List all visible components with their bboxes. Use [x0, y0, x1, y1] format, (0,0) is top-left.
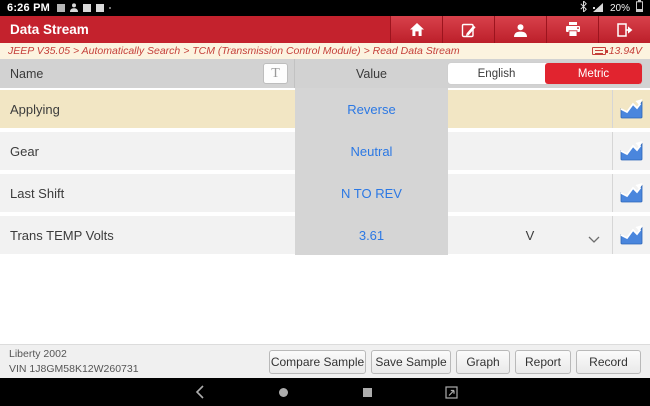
back-button[interactable]: [191, 384, 207, 400]
chart-icon: [620, 141, 643, 161]
chart-icon: [620, 183, 643, 203]
screenshot-icon: [444, 385, 458, 399]
nav-home-button[interactable]: [275, 384, 291, 400]
print-button[interactable]: [546, 16, 598, 43]
text-size-button[interactable]: T: [263, 63, 288, 84]
unit-toggle-english[interactable]: English: [448, 63, 545, 84]
row-graph-button[interactable]: [619, 140, 645, 162]
bluetooth-icon: [580, 0, 587, 17]
column-header-value: Value: [355, 66, 388, 81]
footer-bar: Liberty 2002 VIN 1J8GM58K12W260731 Compa…: [0, 344, 650, 378]
android-nav-bar: [0, 378, 650, 406]
breadcrumb-bar: JEEP V35.05 > Automatically Search > TCM…: [0, 43, 650, 59]
home-button[interactable]: [390, 16, 442, 43]
unit-toggle-metric[interactable]: Metric: [545, 63, 642, 84]
chevron-left-icon: [195, 385, 204, 399]
remote-diagnose-button[interactable]: [494, 16, 546, 43]
table-row[interactable]: Applying Reverse: [0, 90, 650, 128]
param-unit: [448, 174, 612, 212]
table-header: Name T Value English Metric: [0, 59, 650, 88]
vehicle-model: Liberty 2002: [9, 348, 67, 361]
param-unit: [448, 132, 612, 170]
notification-square-icon: [82, 4, 91, 12]
param-unit: V: [525, 227, 535, 243]
param-name: Trans TEMP Volts: [0, 216, 295, 254]
person-icon: [514, 23, 527, 37]
graph-button[interactable]: Graph: [456, 349, 510, 374]
param-unit: [448, 90, 612, 128]
app-notification-icon: [56, 4, 65, 12]
recents-button[interactable]: [359, 384, 375, 400]
home-circle-icon: [278, 387, 288, 397]
unit-dropdown[interactable]: V: [448, 216, 612, 254]
exit-icon: [617, 22, 633, 37]
param-value: 3.61: [358, 227, 385, 243]
battery-icon: [636, 0, 643, 17]
vehicle-vin: VIN 1J8GM58K12W260731: [9, 362, 139, 375]
unit-system-toggle: English Metric: [447, 62, 643, 85]
param-name: Last Shift: [0, 174, 295, 212]
data-stream-screen: 6:26 PM 20% Data Stream JEEP V35.05 > Au…: [0, 0, 650, 406]
param-value: Reverse: [347, 101, 396, 117]
clock: 6:26 PM: [7, 2, 50, 14]
row-graph-button[interactable]: [619, 182, 645, 204]
chart-icon: [620, 225, 643, 245]
note-edit-icon: [461, 23, 476, 37]
notification-icons: [56, 0, 111, 17]
vehicle-battery-icon: [591, 47, 608, 55]
home-icon: [409, 23, 424, 36]
table-row[interactable]: Gear Neutral: [0, 132, 650, 170]
person-notification-icon: [69, 0, 78, 17]
vehicle-voltage: 13.94V: [608, 45, 642, 57]
record-button[interactable]: Record: [576, 349, 641, 374]
param-value: Neutral: [350, 143, 393, 159]
compare-sample-button[interactable]: Compare Sample: [269, 349, 366, 374]
table-row[interactable]: Trans TEMP Volts 3.61 V: [0, 216, 650, 254]
printer-icon: [565, 22, 580, 37]
row-graph-button[interactable]: [619, 98, 645, 120]
param-name: Applying: [0, 90, 295, 128]
param-value: N TO REV: [341, 185, 402, 201]
notification-square-icon: [95, 4, 104, 12]
chevron-down-icon: [588, 231, 600, 246]
screenshot-button[interactable]: [443, 384, 459, 400]
chart-icon: [620, 99, 643, 119]
save-sample-button[interactable]: Save Sample: [371, 349, 451, 374]
report-edit-button[interactable]: [442, 16, 494, 43]
param-name: Gear: [0, 132, 295, 170]
notification-dot-icon: [108, 7, 111, 9]
page-title: Data Stream: [10, 22, 89, 37]
report-button[interactable]: Report: [515, 349, 571, 374]
exit-button[interactable]: [598, 16, 650, 43]
breadcrumb: JEEP V35.05 > Automatically Search > TCM…: [8, 45, 460, 57]
column-header-name: Name: [10, 66, 44, 81]
row-graph-button[interactable]: [619, 224, 645, 246]
recents-square-icon: [362, 387, 372, 397]
signal-icon: [592, 0, 604, 17]
title-bar: Data Stream: [0, 16, 650, 43]
battery-percent: 20%: [609, 2, 630, 14]
table-row[interactable]: Last Shift N TO REV: [0, 174, 650, 212]
android-status-bar: 6:26 PM 20%: [0, 0, 650, 16]
